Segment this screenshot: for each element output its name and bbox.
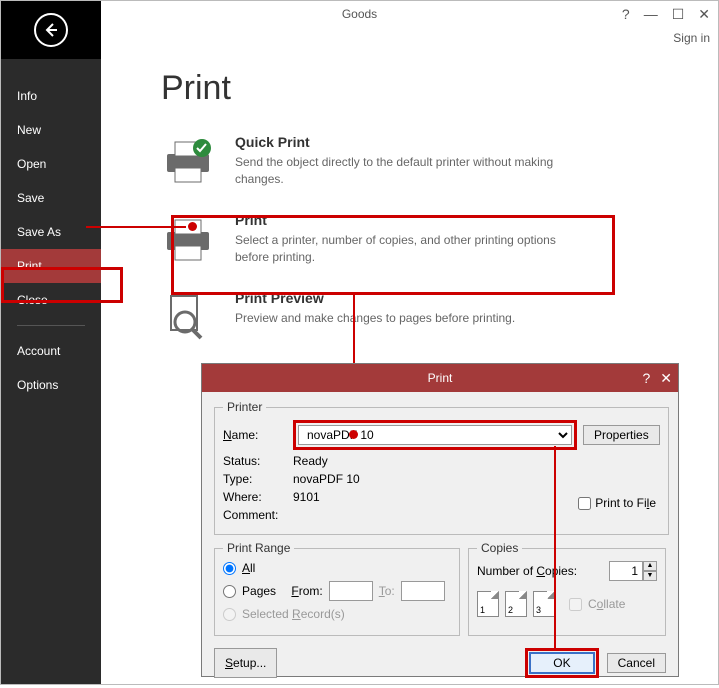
- page-stack-icon: 1: [477, 591, 499, 617]
- help-icon[interactable]: ?: [622, 6, 630, 22]
- spinner-down-icon[interactable]: ▼: [643, 571, 657, 581]
- num-copies-label: Number of Copies:: [477, 564, 577, 578]
- spinner-up-icon[interactable]: ▲: [643, 561, 657, 571]
- collate-checkbox: [569, 598, 582, 611]
- from-input[interactable]: [329, 581, 373, 601]
- annotation-dot: [349, 430, 358, 439]
- comment-label: Comment:: [223, 508, 287, 522]
- annotation-line: [86, 226, 186, 228]
- range-selected-radio: [223, 608, 236, 621]
- option-quick-print[interactable]: Quick Print Send the object directly to …: [161, 134, 688, 188]
- window-title: Goods: [342, 7, 377, 21]
- dialog-title: Print: [428, 371, 453, 385]
- sidebar-item-options[interactable]: Options: [1, 368, 101, 402]
- printer-check-icon: [161, 134, 215, 188]
- sidebar-item-save[interactable]: Save: [1, 181, 101, 215]
- back-button[interactable]: [34, 13, 68, 47]
- sidebar-item-account[interactable]: Account: [1, 334, 101, 368]
- range-pages-radio[interactable]: [223, 585, 236, 598]
- type-value: novaPDF 10: [293, 472, 360, 486]
- dialog-close-icon[interactable]: ✕: [660, 370, 672, 387]
- sidebar-item-new[interactable]: New: [1, 113, 101, 147]
- option-title: Print: [235, 212, 585, 228]
- sidebar-item-print[interactable]: Print: [1, 249, 101, 283]
- print-range-group: Print Range All Pages From: To: Selected…: [214, 541, 460, 636]
- dialog-help-icon[interactable]: ?: [642, 370, 650, 387]
- printer-group-label: Printer: [223, 400, 266, 414]
- print-range-label: Print Range: [223, 541, 294, 555]
- option-desc: Select a printer, number of copies, and …: [235, 232, 585, 266]
- option-desc: Send the object directly to the default …: [235, 154, 585, 188]
- dialog-titlebar: Print ? ✕: [202, 364, 678, 392]
- where-label: Where:: [223, 490, 287, 504]
- page-title: Print: [161, 69, 688, 108]
- print-to-file-row: Print to File: [578, 496, 656, 510]
- properties-button[interactable]: Properties: [583, 425, 660, 445]
- to-input[interactable]: [401, 581, 445, 601]
- page-stack-icon: 2: [505, 591, 527, 617]
- setup-button[interactable]: Setup...: [214, 648, 277, 678]
- back-strip: [1, 1, 101, 59]
- option-print[interactable]: Print Select a printer, number of copies…: [161, 212, 688, 266]
- name-label: Name:: [223, 428, 287, 442]
- sign-in-link[interactable]: Sign in: [673, 31, 710, 45]
- status-value: Ready: [293, 454, 328, 468]
- sidebar-item-open[interactable]: Open: [1, 147, 101, 181]
- print-to-file-checkbox[interactable]: [578, 497, 591, 510]
- from-label: From:: [291, 584, 322, 598]
- page-stack-icon: 3: [533, 591, 555, 617]
- printer-name-select[interactable]: novaPDF 10: [298, 425, 572, 445]
- range-selected-label: Selected Record(s): [242, 607, 345, 621]
- annotation-dot: [188, 222, 197, 231]
- printer-icon: [161, 212, 215, 266]
- sidebar-item-save-as[interactable]: Save As: [1, 215, 101, 249]
- range-all-label: All: [242, 561, 255, 575]
- close-window-icon[interactable]: ✕: [698, 6, 710, 23]
- option-print-preview[interactable]: Print Preview Preview and make changes t…: [161, 290, 688, 344]
- print-to-file-label: Print to File: [595, 496, 656, 510]
- range-pages-label: Pages: [242, 584, 276, 598]
- option-title: Print Preview: [235, 290, 515, 306]
- annotation-box: novaPDF 10: [293, 420, 577, 450]
- where-value: 9101: [293, 490, 320, 504]
- copies-group: Copies Number of Copies: ▲ ▼ 1 2 3: [468, 541, 666, 636]
- annotation-line: [554, 446, 556, 650]
- type-label: Type:: [223, 472, 287, 486]
- magnifier-page-icon: [161, 290, 215, 344]
- sidebar-item-close[interactable]: Close: [1, 283, 101, 317]
- print-dialog: Print ? ✕ Printer Name: novaPDF 10 Prope…: [201, 363, 679, 677]
- minimize-icon[interactable]: —: [644, 6, 658, 22]
- option-desc: Preview and make changes to pages before…: [235, 310, 515, 327]
- sidebar-separator: [17, 325, 85, 326]
- annotation-box: OK: [525, 648, 598, 678]
- title-bar: Goods ? — ☐ ✕: [1, 1, 718, 27]
- to-label: To:: [379, 584, 395, 598]
- printer-group: Printer Name: novaPDF 10 Properties Stat…: [214, 400, 669, 535]
- status-label: Status:: [223, 454, 287, 468]
- arrow-left-icon: [43, 22, 59, 38]
- range-all-radio[interactable]: [223, 562, 236, 575]
- sidebar-item-info[interactable]: Info: [1, 79, 101, 113]
- option-title: Quick Print: [235, 134, 585, 150]
- collate-label: Collate: [588, 597, 625, 611]
- maximize-icon[interactable]: ☐: [672, 6, 685, 23]
- ok-button[interactable]: OK: [529, 652, 594, 674]
- copies-label: Copies: [477, 541, 522, 555]
- num-copies-input[interactable]: [609, 561, 643, 581]
- cancel-button[interactable]: Cancel: [607, 653, 666, 673]
- sidebar: Info New Open Save Save As Print Close A…: [1, 59, 101, 684]
